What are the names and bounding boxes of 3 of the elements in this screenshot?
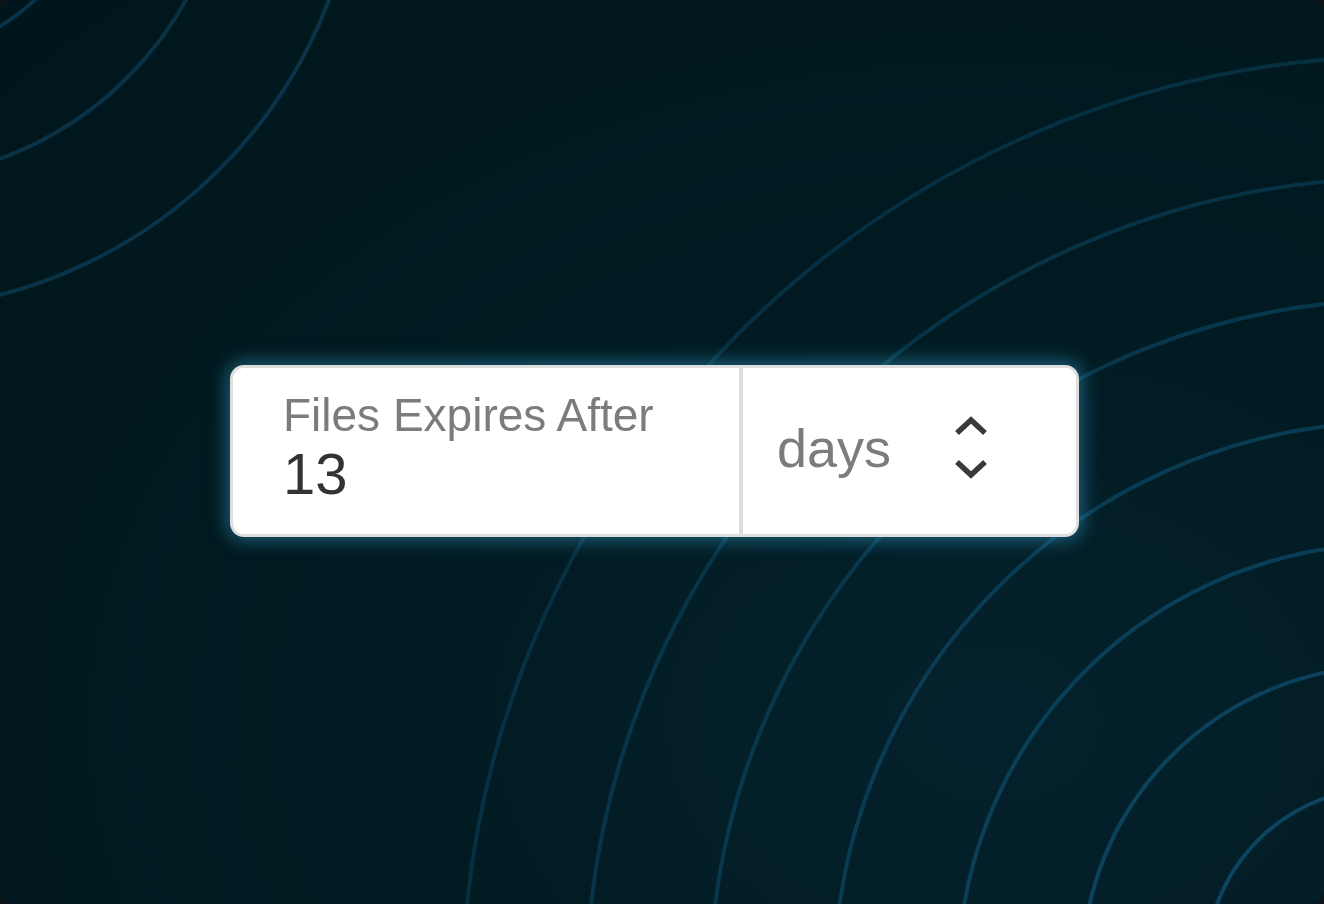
number-input-field[interactable]: 13 — [283, 442, 683, 506]
unit-select[interactable]: days — [743, 367, 1076, 534]
field-label: Files Expires After — [283, 389, 655, 443]
